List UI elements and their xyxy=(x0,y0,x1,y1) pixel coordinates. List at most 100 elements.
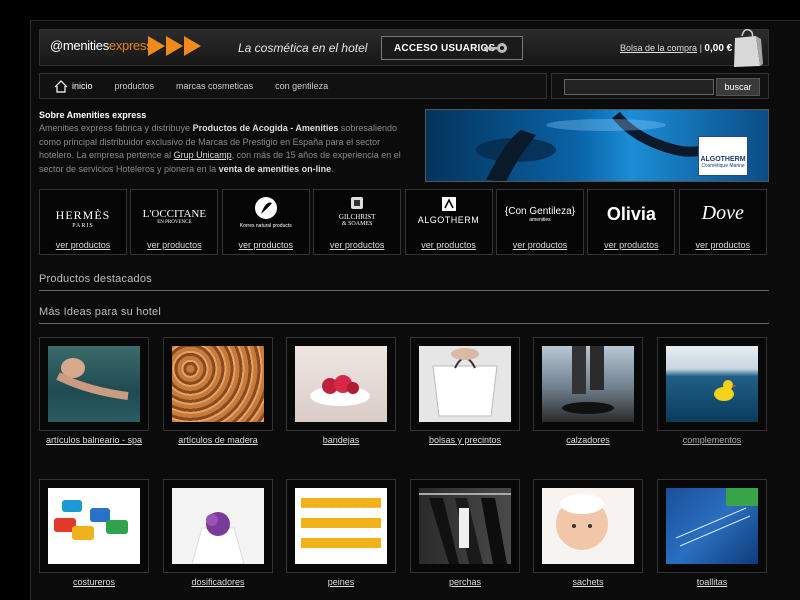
brand-card-dove: Dove ver productos xyxy=(678,189,767,255)
nav-item-marcas-cosmeticas[interactable]: marcas cosmeticas xyxy=(176,81,253,91)
product-link-madera[interactable]: artículos de madera xyxy=(153,435,283,445)
main-nav: inicio productos marcas cosmeticas con g… xyxy=(39,73,547,99)
about-text: Amenities express fabrica y distribuye P… xyxy=(39,122,405,176)
product-link-bolsas[interactable]: bolsas y precintos xyxy=(400,435,530,445)
product-link-dosificadores[interactable]: dosificadores xyxy=(153,577,283,587)
logo-brand-text: express xyxy=(108,38,153,53)
brand-logo: {Con Gentileza} amenities xyxy=(497,206,583,223)
product-tile-peines[interactable] xyxy=(286,479,396,573)
product-image xyxy=(542,346,634,422)
nav-item-productos[interactable]: productos xyxy=(115,81,155,91)
ver-productos-link[interactable]: ver productos xyxy=(314,240,400,250)
korres-leaf-icon xyxy=(254,197,277,219)
page: @menitiesexpress La cosmética en el hote… xyxy=(30,20,800,600)
brand-card-gilchrist: GILCHRIST & SOAMES ver productos xyxy=(313,189,402,255)
product-image xyxy=(542,488,634,564)
brand-logo: L'OCCITANE EN PROVENCE xyxy=(131,208,217,225)
logo-arrows-icon xyxy=(148,36,202,56)
product-link-toallitas[interactable]: toallitas xyxy=(647,577,777,587)
product-tile-bandejas[interactable] xyxy=(286,337,396,431)
badge-subtitle: Cosmétique Marine xyxy=(701,163,745,169)
nav-label-inicio: inicio xyxy=(72,81,93,91)
promo-banner[interactable]: ALGOTHERM Cosmétique Marine xyxy=(425,109,769,182)
brand-sub: amenities xyxy=(529,217,551,223)
access-users-label: ACCESO USUARIOS xyxy=(394,42,496,54)
product-tile-dosificadores[interactable] xyxy=(163,479,273,573)
product-link-bandejas[interactable]: bandejas xyxy=(276,435,406,445)
shopping-bag-icon[interactable] xyxy=(730,26,764,68)
flowers-hands-image xyxy=(191,512,245,565)
ver-productos-link[interactable]: ver productos xyxy=(497,240,583,250)
cart-separator: | xyxy=(699,43,702,53)
brand-name: HERMÈS xyxy=(55,208,111,222)
brand-name: L'OCCITANE xyxy=(142,208,207,220)
brand-card-hermes: HERMÈS PARIS ver productos xyxy=(39,189,127,255)
brand-logo: Dove xyxy=(701,202,744,224)
product-tile-costureros[interactable] xyxy=(39,479,149,573)
logo-text: @menities xyxy=(50,38,109,53)
product-image xyxy=(666,488,758,564)
search-input[interactable] xyxy=(564,79,714,95)
search-button[interactable]: buscar xyxy=(716,78,760,96)
rubber-duck-image xyxy=(714,380,737,401)
product-tile-toallitas[interactable] xyxy=(657,479,767,573)
brand-sub: EN PROVENCE xyxy=(157,220,192,225)
brand-strip: HERMÈS PARIS ver productos L'OCCITANE EN P… xyxy=(39,189,769,255)
brand-name: {Con Gentileza} xyxy=(504,206,575,217)
ver-productos-link[interactable]: ver productos xyxy=(588,240,674,250)
ver-productos-link[interactable]: ver productos xyxy=(406,240,492,250)
product-link-calzadores[interactable]: calzadores xyxy=(523,435,653,445)
product-tile-calzadores[interactable] xyxy=(533,337,643,431)
home-icon xyxy=(54,79,68,93)
product-tile-sachets[interactable] xyxy=(533,479,643,573)
product-tile-complementos[interactable] xyxy=(657,337,767,431)
ver-productos-link[interactable]: ver productos xyxy=(223,240,309,250)
algotherm-mark-icon xyxy=(441,197,456,211)
key-icon xyxy=(484,43,507,53)
nav-item-inicio[interactable]: inicio xyxy=(54,79,93,93)
combs-image xyxy=(301,498,381,548)
product-tile-bolsas[interactable] xyxy=(410,337,520,431)
shoehorn-image xyxy=(562,346,614,414)
brand-logo: HERMÈS PARIS xyxy=(40,208,126,229)
tagline: La cosmética en el hotel xyxy=(238,41,368,55)
about-highlight: Productos de Acogida - Amenities xyxy=(192,123,339,133)
product-link-peines[interactable]: peines xyxy=(276,577,406,587)
product-link-complementos[interactable]: complementos xyxy=(647,435,777,445)
product-tile-madera[interactable] xyxy=(163,337,273,431)
brand-card-olivia: Olivia ver productos xyxy=(587,189,676,255)
search-box: buscar xyxy=(551,73,769,99)
cart-link[interactable]: Bolsa de la compra xyxy=(620,43,697,53)
brand-name: GILCHRIST xyxy=(338,213,376,221)
product-image xyxy=(172,488,264,565)
product-link-costureros[interactable]: costureros xyxy=(29,577,159,587)
ver-productos-link[interactable]: ver productos xyxy=(40,240,126,250)
product-link-balneario-spa[interactable]: artículos balneario - spa xyxy=(29,435,159,445)
access-users-button[interactable]: ACCESO USUARIOS xyxy=(381,36,523,60)
nav-item-con-gentileza[interactable]: con gentileza xyxy=(275,81,328,91)
header-bar: @menitiesexpress La cosmética en el hote… xyxy=(39,26,769,68)
ver-productos-link[interactable]: ver productos xyxy=(680,240,766,250)
featured-products-title: Productos destacados xyxy=(39,273,152,285)
brand-card-algotherm: ALGOTHERM ver productos xyxy=(404,189,493,255)
grup-unicamp-link[interactable]: Grup Unicamp xyxy=(174,150,232,160)
divider xyxy=(39,290,769,291)
product-tile-balneario-spa[interactable] xyxy=(39,337,149,431)
about-title: Sobre Amenities express xyxy=(39,110,147,120)
product-link-sachets[interactable]: sachets xyxy=(523,577,653,587)
brand-logo: GILCHRIST & SOAMES xyxy=(314,196,400,227)
brand-name: ALGOTHERM xyxy=(417,215,480,225)
paper-bag-image xyxy=(432,348,498,417)
divider xyxy=(39,323,769,324)
product-tile-perchas[interactable] xyxy=(410,479,520,573)
product-image xyxy=(419,488,511,564)
wipes-packet-image xyxy=(675,488,758,547)
baby-image xyxy=(556,494,608,550)
site-logo[interactable]: @menitiesexpress xyxy=(50,38,153,53)
product-image xyxy=(295,346,387,422)
product-image xyxy=(666,346,758,422)
brand-logo: ALGOTHERM xyxy=(406,196,492,225)
product-link-perchas[interactable]: perchas xyxy=(400,577,530,587)
ver-productos-link[interactable]: ver productos xyxy=(131,240,217,250)
brand-card-con-gentileza: {Con Gentileza} amenities ver productos xyxy=(495,189,584,255)
